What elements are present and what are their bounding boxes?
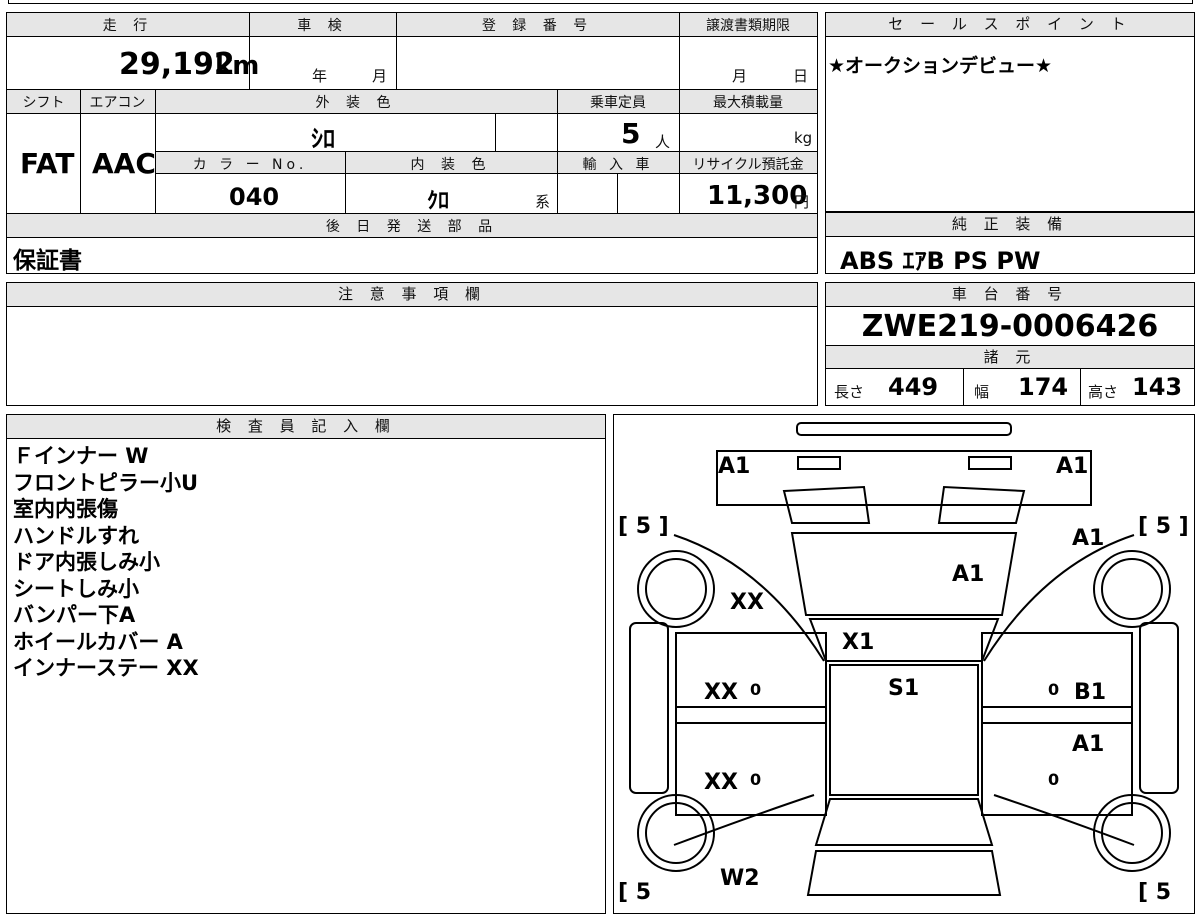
- mark-hood: A1: [952, 562, 984, 587]
- caution-label: 注 意 事 項 欄: [7, 283, 817, 307]
- recycle-unit: 円: [794, 193, 810, 211]
- capacity-unit: 人: [655, 133, 671, 151]
- note-line: インナーステー XX: [13, 656, 199, 680]
- note-line: 室内内張傷: [13, 497, 118, 521]
- interior-color-value: ｸﾛ: [427, 189, 450, 214]
- height-label: 高さ: [1088, 383, 1119, 401]
- note-line: フロントピラー小U: [13, 470, 199, 495]
- sales-point-panel: セ ー ル ス ポ イ ン ト ★オークションデビュー★: [825, 12, 1195, 212]
- note-line: バンパー下A: [13, 603, 136, 627]
- shift-label: シフト: [22, 95, 65, 111]
- note-line: Ｆインナー W: [13, 444, 149, 468]
- mark-left-front-door: XX: [704, 680, 738, 705]
- specs-label: 諸 元: [826, 346, 1194, 369]
- mark-tire-front-left: [ 5 ]: [618, 514, 669, 539]
- registration-label: 登 録 番 号: [481, 18, 594, 34]
- inspector-notes: Ｆインナー W フロントピラー小U 室内内張傷 ハンドルすれ ドア内張しみ小 シ…: [13, 443, 199, 682]
- shift-value: FAT: [20, 147, 75, 180]
- color-no-value: 040: [229, 183, 280, 211]
- car-diagram-panel: A1 A1 [ 5 ] [ 5 ] [ 5 [ 5 A1 A1 XX X1 S1…: [613, 414, 1195, 914]
- door-mark-lr: 0: [750, 770, 761, 789]
- capacity-label: 乗車定員: [590, 95, 646, 111]
- equipment-label: 純 正 装 備: [826, 213, 1194, 237]
- mark-front-left-bumper: A1: [718, 454, 750, 479]
- aircon-value: AAC: [92, 147, 156, 180]
- deadline-month-unit: 月: [732, 67, 748, 85]
- sales-point-text: ★オークションデビュー★: [828, 55, 1053, 77]
- note-line: ハンドルすれ: [13, 523, 139, 548]
- mileage-label: 走 行: [102, 18, 154, 34]
- height-value: 143: [1132, 373, 1183, 401]
- recycle-label: リサイクル預託金: [692, 157, 804, 173]
- capacity-value: 5: [621, 117, 641, 150]
- mark-left-rear-door: XX: [704, 770, 738, 795]
- mileage-unit: km: [215, 51, 260, 81]
- note-line: ホイールカバー A: [13, 629, 183, 654]
- mark-left-fender: XX: [730, 590, 764, 615]
- mark-right-front-door: B1: [1074, 680, 1106, 705]
- vehicle-info-panel: 走 行 車 検 登 録 番 号 譲渡書類期限 29,192 km 年 月 月 日…: [6, 12, 818, 274]
- chassis-label: 車 台 番 号: [826, 283, 1194, 307]
- mark-right-rear-door: A1: [1072, 732, 1104, 757]
- mark-front-right-bumper: A1: [1056, 454, 1088, 479]
- sales-point-label: セ ー ル ス ポ イ ン ト: [826, 13, 1194, 37]
- mark-tire-front-right: [ 5 ]: [1138, 514, 1189, 539]
- width-label: 幅: [974, 383, 990, 401]
- mark-right-fender: A1: [1072, 526, 1104, 551]
- door-mark-rf: 0: [1048, 680, 1059, 699]
- inspection-label: 車 検: [297, 18, 348, 34]
- max-load-label: 最大積載量: [713, 95, 783, 111]
- deadline-label: 譲渡書類期限: [706, 18, 790, 34]
- length-label: 長さ: [834, 383, 865, 401]
- door-mark-lf: 0: [750, 680, 761, 699]
- mark-windshield: X1: [842, 630, 874, 655]
- equipment-value: ABS ｴｱB PS PW: [840, 247, 1041, 275]
- interior-color-label: 内 装 色: [410, 157, 492, 173]
- inspection-year-unit: 年: [312, 67, 328, 85]
- note-line: シートしみ小: [13, 576, 139, 601]
- note-line: ドア内張しみ小: [13, 550, 160, 574]
- inspector-label: 検 査 員 記 入 欄: [7, 415, 605, 439]
- recycle-value: 11,300: [707, 181, 808, 211]
- exterior-color-label: 外 装 色: [315, 95, 397, 111]
- caution-panel: 注 意 事 項 欄: [6, 282, 818, 406]
- top-strip: [8, 0, 1193, 4]
- aircon-label: エアコン: [89, 95, 146, 111]
- later-parts-value: 保証書: [13, 248, 82, 274]
- import-label: 輸 入 車: [582, 157, 654, 173]
- equipment-panel: 純 正 装 備 ABS ｴｱB PS PW: [825, 212, 1195, 275]
- max-load-unit: kg: [794, 129, 813, 147]
- mark-tire-rear-right: [ 5: [1138, 880, 1171, 905]
- interior-color-suffix: 系: [535, 193, 551, 211]
- exterior-color-value: ｼﾛ: [311, 125, 335, 153]
- inspector-panel: 検 査 員 記 入 欄 Ｆインナー W フロントピラー小U 室内内張傷 ハンドル…: [6, 414, 606, 914]
- later-parts-label: 後 日 発 送 部 品: [325, 219, 499, 235]
- inspection-month-unit: 月: [372, 67, 388, 85]
- car-diagram: A1 A1 [ 5 ] [ 5 ] [ 5 [ 5 A1 A1 XX X1 S1…: [618, 422, 1189, 905]
- chassis-value: ZWE219-0006426: [861, 309, 1159, 344]
- chassis-panel: 車 台 番 号 ZWE219-0006426 諸 元 長さ 449 幅 174 …: [825, 282, 1195, 406]
- length-value: 449: [888, 373, 939, 401]
- width-value: 174: [1018, 373, 1069, 401]
- color-no-label: カ ラ ー No.: [192, 157, 308, 173]
- mark-roof: S1: [888, 676, 919, 701]
- mark-tire-rear-left: [ 5: [618, 880, 651, 905]
- deadline-day-unit: 日: [793, 67, 809, 85]
- mark-rear-left: W2: [720, 866, 760, 891]
- door-mark-rr: 0: [1048, 770, 1059, 789]
